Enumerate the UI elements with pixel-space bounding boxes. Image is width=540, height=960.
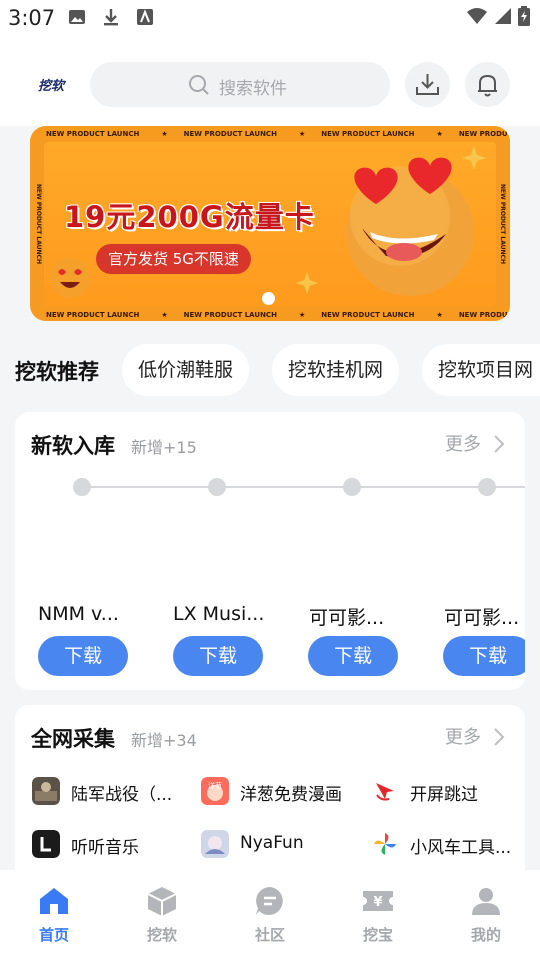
- chat-icon: [256, 887, 283, 915]
- download-manager-button[interactable]: [405, 62, 450, 107]
- recommend-tabs: 挖软推荐 低价潮鞋服 挖软挂机网 挖软项目网: [0, 344, 540, 396]
- sparkle-small-icon: [296, 272, 318, 294]
- chevron-right-icon: [494, 435, 505, 453]
- timeline-dot: [343, 478, 361, 496]
- banner-headline: 19元200G流量卡: [64, 200, 315, 234]
- collection-item[interactable]: 陆军战役（...: [32, 777, 192, 811]
- pinwheel-icon: [371, 830, 399, 858]
- nav-dig[interactable]: 挖软: [122, 884, 202, 945]
- download-status-icon: [104, 9, 118, 26]
- app-status-icon: [137, 9, 153, 25]
- nav-community[interactable]: 社区: [230, 884, 310, 945]
- top-header: 挖软 搜索软件: [0, 38, 540, 126]
- download-button[interactable]: 下载: [38, 636, 128, 676]
- bottom-nav: 首页 挖软 社区 ¥ 挖宝 我的: [0, 870, 540, 960]
- timeline-dot: [73, 478, 91, 496]
- new-apps-title: 新软入库: [31, 434, 115, 458]
- download-button[interactable]: 下载: [173, 636, 263, 676]
- collection-item[interactable]: 小风车工具...: [371, 830, 521, 864]
- banner-content: 19元200G流量卡 官方发货 5G不限速: [44, 142, 496, 306]
- wifi-icon: [467, 8, 487, 24]
- banner-ticker-left: NEW PRODUCT LAUNCH: [35, 184, 42, 264]
- notifications-button[interactable]: [465, 62, 510, 107]
- svg-text:洋葱: 洋葱: [208, 781, 222, 790]
- collection-item[interactable]: 洋葱 洋葱免费漫画: [201, 777, 371, 811]
- chip-projects[interactable]: 挖软项目网: [422, 344, 540, 396]
- new-apps-card: 新软入库 新增+15 更多 NMM v... LX Musi... 可可影...…: [15, 412, 525, 690]
- banner-ticker-top: NEW PRODUCT LAUNCH ★ NEW PRODUCT LAUNCH ★ NE…: [30, 127, 510, 141]
- download-button[interactable]: 下载: [443, 636, 525, 676]
- svg-text:¥: ¥: [373, 895, 382, 910]
- collection-item[interactable]: NyaFun: [201, 830, 371, 864]
- timeline-track: [82, 486, 525, 488]
- anime-icon: [201, 830, 229, 858]
- banner-pill: 官方发货 5G不限速: [96, 244, 251, 274]
- new-app-name[interactable]: 可可影...: [444, 603, 519, 630]
- status-right: [466, 6, 530, 26]
- carousel-indicator[interactable]: [262, 292, 275, 305]
- bell-icon: [478, 74, 497, 97]
- app-logo[interactable]: 挖软: [38, 75, 64, 94]
- battery-icon: [518, 6, 530, 26]
- search-icon: [189, 75, 209, 95]
- download-button[interactable]: 下载: [308, 636, 398, 676]
- status-bar: 3:07: [0, 0, 540, 38]
- new-apps-count: 新增+15: [131, 438, 197, 457]
- ticket-icon: ¥: [363, 891, 393, 911]
- music-l-icon: [32, 830, 60, 858]
- banner-ticker-bottom: NEW PRODUCT LAUNCH ★ NEW PRODUCT LAUNCH ★ NE…: [30, 308, 510, 321]
- status-time: 3:07: [8, 6, 56, 30]
- nav-treasure[interactable]: ¥ 挖宝: [338, 884, 418, 945]
- sparkle-icon: [462, 146, 486, 170]
- nav-home[interactable]: 首页: [14, 884, 94, 945]
- search-placeholder: 搜索软件: [219, 79, 287, 99]
- chip-hangup[interactable]: 挖软挂机网: [272, 344, 400, 396]
- cube-icon: [147, 887, 177, 916]
- collection-item[interactable]: 听听音乐: [32, 830, 192, 864]
- search-bar[interactable]: 搜索软件: [90, 62, 390, 107]
- cursor-icon: [371, 777, 399, 805]
- new-apps-more[interactable]: 更多: [445, 430, 481, 456]
- collection-title: 全网采集: [31, 727, 115, 751]
- promo-banner[interactable]: NEW PRODUCT LAUNCH ★ NEW PRODUCT LAUNCH ★ NE…: [30, 126, 510, 321]
- new-app-name[interactable]: NMM v...: [38, 603, 119, 625]
- timeline-dot: [478, 478, 496, 496]
- soldier-icon: [32, 777, 60, 805]
- chip-shoes[interactable]: 低价潮鞋服: [122, 344, 250, 396]
- timeline-dot: [208, 478, 226, 496]
- signal-icon: [495, 8, 511, 24]
- collection-count: 新增+34: [131, 731, 197, 750]
- home-icon: [40, 888, 68, 914]
- banner-ticker-right: NEW PRODUCT LAUNCH: [499, 184, 506, 264]
- collection-more[interactable]: 更多: [445, 723, 481, 749]
- collection-item[interactable]: 开屏跳过: [371, 777, 521, 811]
- user-icon: [472, 888, 500, 915]
- chevron-right-icon: [494, 728, 505, 746]
- nav-profile[interactable]: 我的: [446, 884, 526, 945]
- image-icon: [69, 10, 85, 24]
- recommend-title: 挖软推荐: [15, 360, 99, 384]
- onion-icon: 洋葱: [201, 777, 229, 805]
- new-app-name[interactable]: 可可影...: [309, 603, 384, 630]
- small-emoji-icon: [50, 258, 90, 298]
- download-icon: [416, 74, 439, 95]
- new-app-name[interactable]: LX Musi...: [173, 603, 264, 625]
